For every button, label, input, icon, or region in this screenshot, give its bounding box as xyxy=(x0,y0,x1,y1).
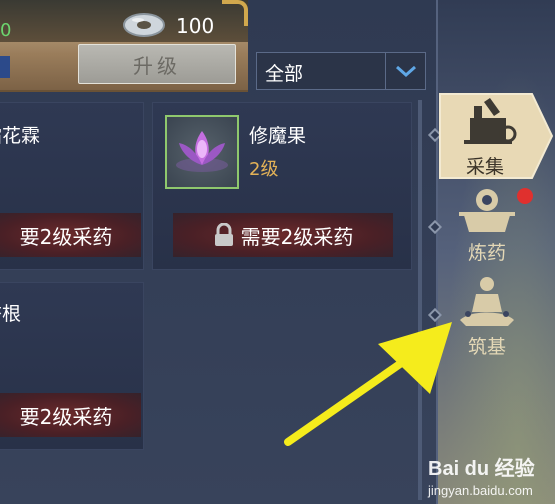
requirement-banner: 要2级采药 xyxy=(0,213,141,257)
watermark-url: jingyan.baidu.com xyxy=(428,483,533,498)
filter-dropdown[interactable]: 全部 xyxy=(256,52,426,90)
lotus-fruit-icon xyxy=(165,115,239,189)
annotation-arrow-icon xyxy=(284,322,452,446)
herb-name: 霜花霖 xyxy=(0,125,41,147)
herb-level: 2级 xyxy=(249,159,279,180)
herb-card[interactable]: 霜花霖 要2级采药 xyxy=(0,102,144,270)
lock-icon xyxy=(214,223,233,246)
progress-bar-edge xyxy=(0,56,10,78)
cauldron-icon xyxy=(459,189,515,232)
baidu-watermark: Bai du 经验 jingyan.baidu.com xyxy=(428,452,552,502)
nav-label-gather: 采集 xyxy=(466,156,505,178)
requirement-text: 要2级采药 xyxy=(19,224,113,249)
requirement-text: 要2级采药 xyxy=(19,404,113,429)
chevron-down-icon xyxy=(395,65,416,78)
dropdown-toggle[interactable] xyxy=(385,53,425,89)
partial-resource-value: 0 xyxy=(0,20,12,41)
requirement-banner: 要2级采药 xyxy=(0,393,141,437)
requirement-banner: 需要2级采药 xyxy=(173,213,393,257)
jade-coin-icon xyxy=(123,13,165,37)
herb-card[interactable]: 修魔果 2级 需要2级采药 xyxy=(152,102,412,270)
upgrade-button[interactable]: 升级 xyxy=(78,44,236,84)
herb-name: 修魔果 xyxy=(249,125,307,147)
watermark-logo-text: Bai du 经验 xyxy=(428,458,535,480)
nav-tab-alchemy[interactable]: 炼药 xyxy=(452,186,522,270)
nav-tab-gather[interactable]: 采集 xyxy=(436,92,554,180)
corner-ornament xyxy=(222,0,248,26)
header-panel: 0 100 升级 xyxy=(0,0,248,92)
herb-name: 杏根 xyxy=(0,303,22,325)
gathering-tools-icon xyxy=(464,98,517,144)
requirement-text: 需要2级采药 xyxy=(240,224,354,249)
herb-card[interactable]: 杏根 要2级采药 xyxy=(0,282,144,450)
currency-count: 100 xyxy=(176,14,215,38)
nav-label-alchemy: 炼药 xyxy=(467,242,506,264)
filter-selected-value: 全部 xyxy=(265,63,304,85)
notification-badge xyxy=(517,188,533,204)
